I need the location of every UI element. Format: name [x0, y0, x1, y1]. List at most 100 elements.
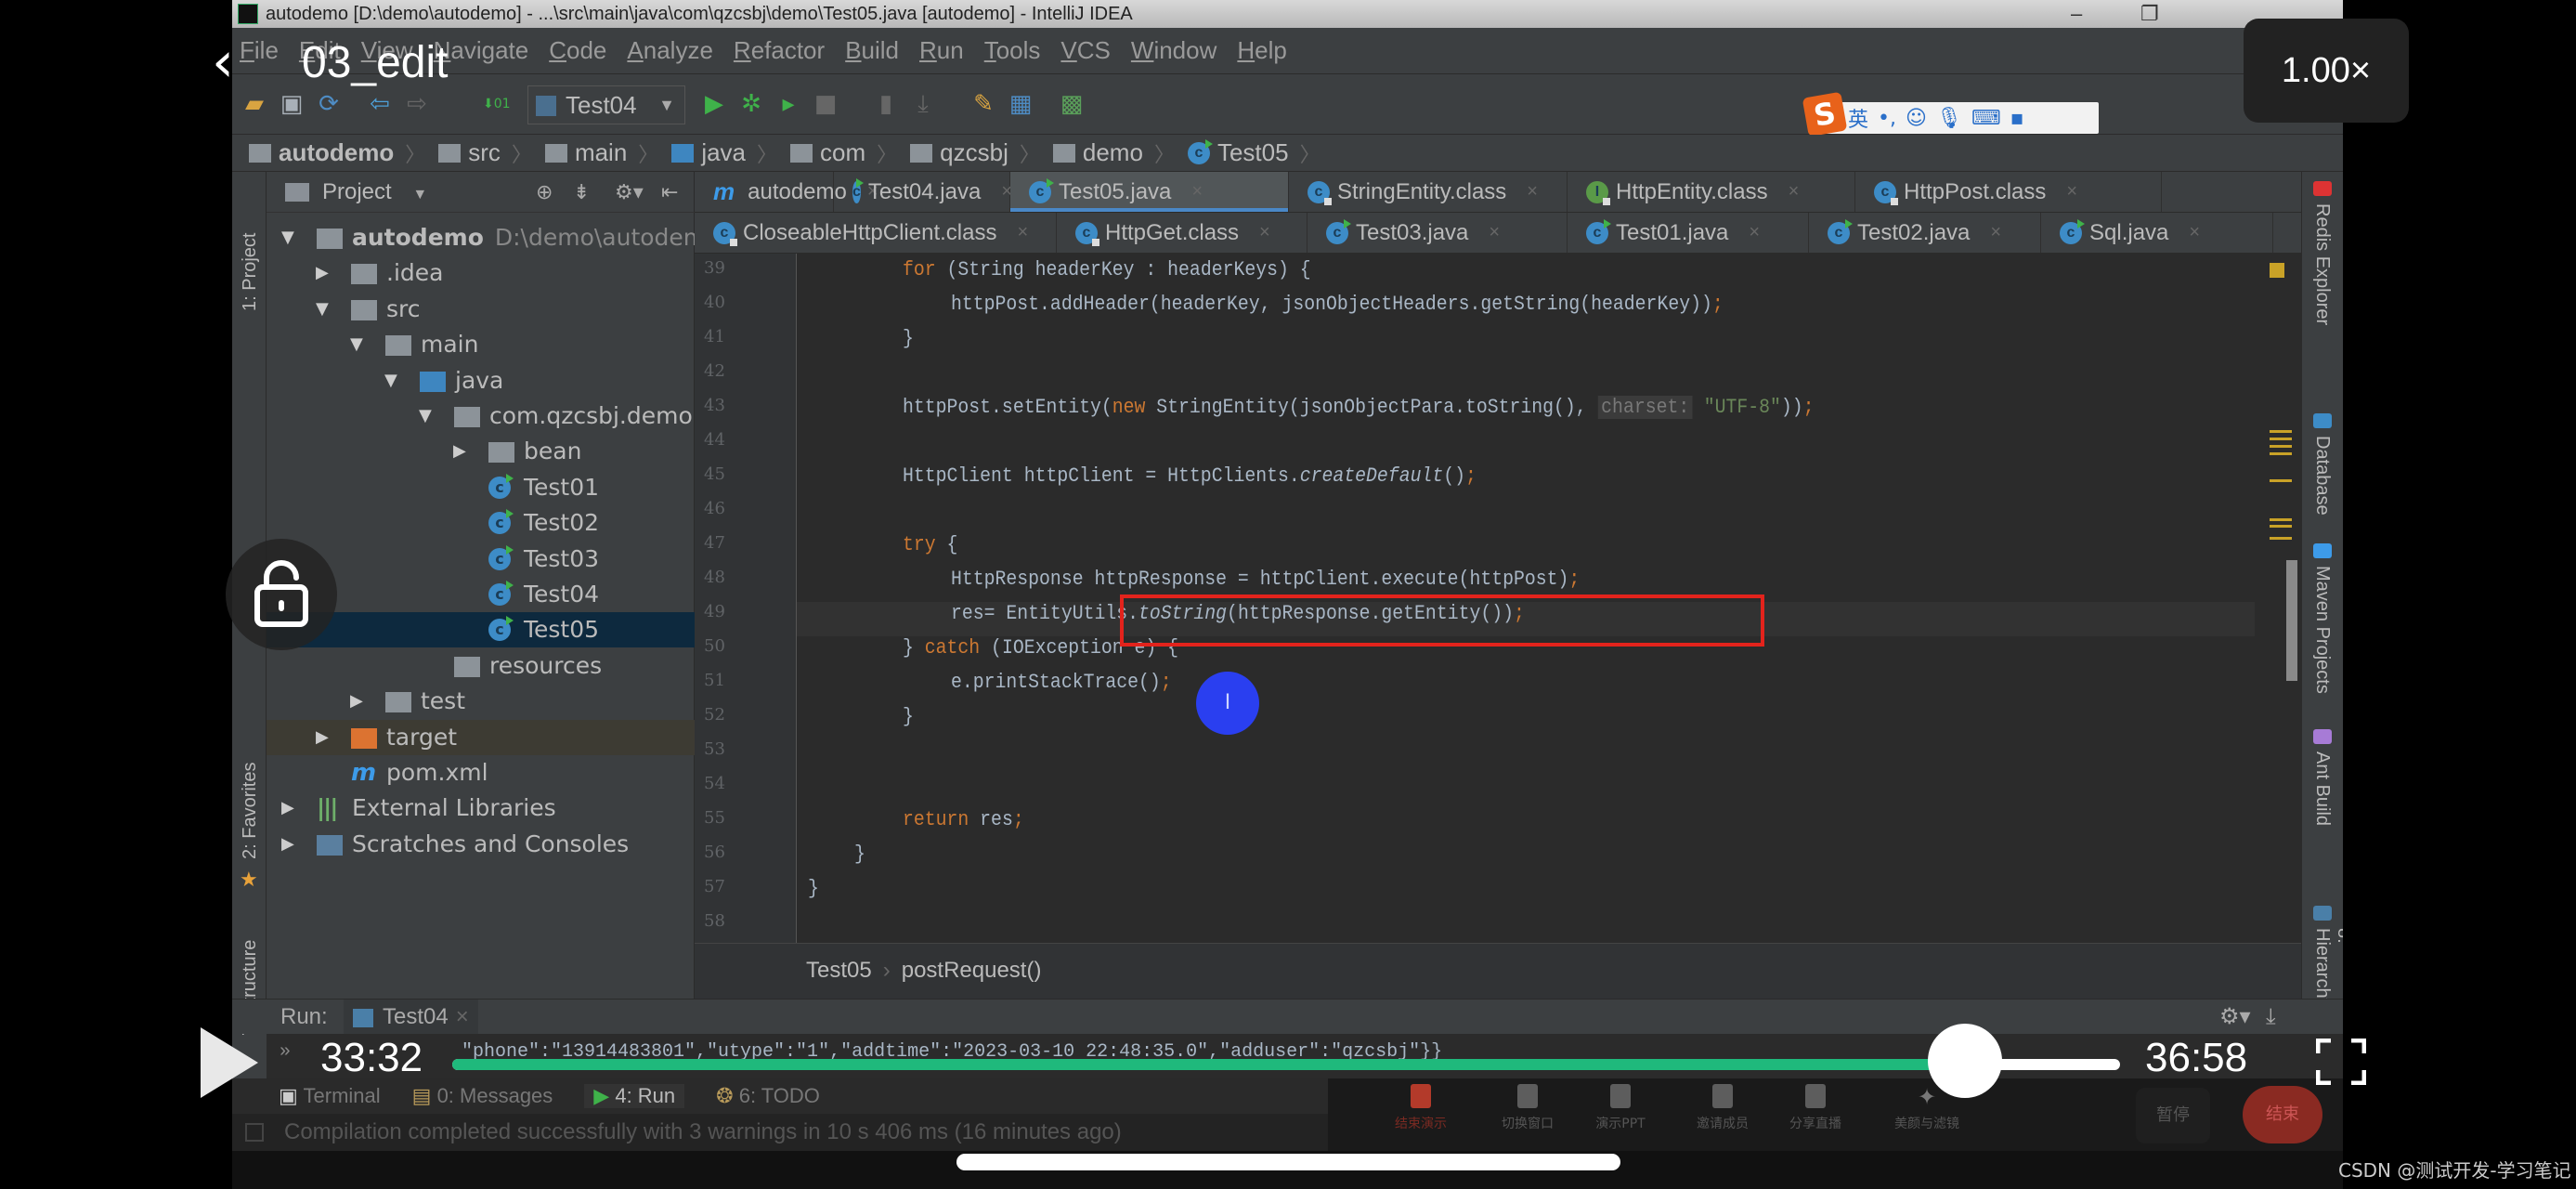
- tool-tab-redis-explorer[interactable]: Redis Explorer: [2311, 203, 2333, 325]
- microphone-icon[interactable]: 🎙: [1936, 107, 1962, 130]
- tool-tab-ant-build[interactable]: Ant Build: [2311, 751, 2333, 826]
- editor-tab-test01-java[interactable]: c Test01.java ×: [1568, 213, 1809, 253]
- close-icon[interactable]: ×: [2189, 222, 2200, 243]
- open-folder-icon[interactable]: ▰: [241, 91, 267, 117]
- run-icon[interactable]: ▶: [701, 91, 727, 117]
- tool-tab-favorites[interactable]: 2: Favorites: [240, 720, 261, 859]
- build-icon[interactable]: ⬇01: [483, 91, 511, 117]
- status-toggle-icon[interactable]: [245, 1123, 264, 1142]
- vertical-scrollbar[interactable]: [2286, 560, 2297, 681]
- chevron-down-icon[interactable]: ▼: [412, 187, 427, 203]
- skin-icon[interactable]: ▪: [2010, 107, 2024, 130]
- ime-toolbar[interactable]: S 英 •, ☺ 🎙 ⌨ ▪: [1802, 91, 2099, 137]
- meeting-action[interactable]: 分享直播: [1769, 1084, 1862, 1132]
- editor-tab-test05-java[interactable]: c Test05.java ×: [1010, 172, 1289, 212]
- fullscreen-icon[interactable]: [2316, 1039, 2366, 1085]
- back-icon[interactable]: ‹: [212, 34, 249, 95]
- debug-icon[interactable]: ✲: [738, 91, 764, 117]
- punctuation-icon[interactable]: •,: [1878, 107, 1896, 130]
- locate-file-icon[interactable]: ⊕: [536, 172, 553, 213]
- play-icon[interactable]: [201, 1027, 258, 1098]
- close-icon[interactable]: ×: [456, 1004, 469, 1029]
- editor-tab-closeablehttpclient-class[interactable]: c CloseableHttpClient.class ×: [695, 213, 1057, 253]
- pause-button[interactable]: 暂停: [2136, 1088, 2210, 1143]
- tree-item-bean[interactable]: ▶ bean: [267, 434, 695, 469]
- tree-item-java[interactable]: ▼ java: [267, 363, 695, 399]
- expand-arrow-down-icon[interactable]: ▼: [350, 327, 363, 362]
- tool-tab-maven-projects[interactable]: Maven Projects: [2311, 566, 2333, 694]
- run-console[interactable]: » "phone":"13914483801","utype":"1","add…: [267, 1034, 2343, 1078]
- emoji-icon[interactable]: ☺: [1906, 107, 1927, 130]
- breadcrumb-method[interactable]: postRequest(): [902, 958, 1042, 983]
- tree-item-scratches-and-consoles[interactable]: ▶ Scratches and Consoles: [267, 827, 695, 862]
- tool-window-6-todo[interactable]: ❂ 6: TODO: [716, 1084, 820, 1108]
- warning-marker[interactable]: [2270, 537, 2292, 540]
- expand-arrow-down-icon[interactable]: ▼: [419, 399, 432, 434]
- tree-item-pom-xml[interactable]: m pom.xml: [267, 755, 695, 790]
- minimize-button[interactable]: –: [2071, 0, 2082, 28]
- pin-icon[interactable]: ⤓: [2266, 1000, 2276, 1035]
- close-icon[interactable]: ×: [1749, 222, 1760, 243]
- close-icon[interactable]: ×: [1017, 222, 1028, 243]
- playback-speed-button[interactable]: 1.00×: [2244, 19, 2409, 123]
- tree-item--idea[interactable]: ▶ .idea: [267, 255, 695, 291]
- breadcrumb-item[interactable]: qzcsbj 〉: [910, 138, 1040, 168]
- seek-bar-thumb[interactable]: [1927, 1024, 2002, 1098]
- meeting-action[interactable]: 结束演示: [1374, 1084, 1467, 1132]
- tool-window-terminal[interactable]: ▣ Terminal: [279, 1084, 381, 1108]
- coverage-icon[interactable]: ▸: [775, 91, 801, 117]
- keyboard-icon[interactable]: ⌨: [1971, 107, 2001, 130]
- project-view-selector[interactable]: Project: [322, 179, 392, 204]
- back-icon[interactable]: ⇦: [367, 91, 393, 117]
- warning-marker[interactable]: [2270, 445, 2292, 448]
- close-icon[interactable]: ×: [1489, 222, 1500, 243]
- expand-arrow-right-icon[interactable]: ▶: [453, 434, 466, 469]
- editor-tab-httpget-class[interactable]: c HttpGet.class ×: [1057, 213, 1308, 253]
- menu-run[interactable]: Run: [919, 36, 964, 65]
- hide-panel-icon[interactable]: ⇤: [661, 172, 678, 213]
- project-structure-icon[interactable]: ▦: [1008, 91, 1034, 117]
- gear-icon[interactable]: ⚙▾: [2219, 1000, 2251, 1035]
- tree-item-test02[interactable]: c Test02: [267, 505, 695, 541]
- close-icon[interactable]: ×: [2066, 181, 2077, 203]
- tool-window-4-run[interactable]: ▶ 4: Run: [584, 1084, 685, 1108]
- menu-analyze[interactable]: Analyze: [627, 36, 713, 65]
- sync-icon[interactable]: ⟳: [316, 91, 342, 117]
- editor-tab-test02-java[interactable]: c Test02.java ×: [1809, 213, 2041, 253]
- home-indicator[interactable]: [956, 1154, 1620, 1170]
- tree-item-src[interactable]: ▼ src: [267, 292, 695, 327]
- tool-tab-database[interactable]: Database: [2311, 436, 2333, 516]
- close-icon[interactable]: ×: [1527, 181, 1538, 203]
- tree-item-com-qzcsbj-demo[interactable]: ▼ com.qzcsbj.demo: [267, 399, 695, 434]
- breadcrumb-item[interactable]: main 〉: [544, 138, 658, 168]
- breadcrumb-item[interactable]: autodemo 〉: [249, 138, 425, 168]
- close-icon[interactable]: ×: [1259, 222, 1270, 243]
- menu-help[interactable]: Help: [1237, 36, 1286, 65]
- tree-item-autodemo[interactable]: ▼ autodemo D:\demo\autodemo: [267, 220, 720, 255]
- editor-tab-httpentity-class[interactable]: I HttpEntity.class ×: [1568, 172, 1855, 212]
- close-icon[interactable]: ×: [1191, 181, 1203, 203]
- tool-tab-8-hierarchy[interactable]: 8: Hierarchy: [2311, 928, 2343, 1008]
- gear-icon[interactable]: ⚙▾: [615, 172, 644, 213]
- expand-arrow-down-icon[interactable]: ▼: [384, 363, 397, 399]
- expand-icon[interactable]: »: [280, 1034, 291, 1071]
- expand-arrow-right-icon[interactable]: ▶: [350, 684, 363, 719]
- tool-window-0-messages[interactable]: ▤ 0: Messages: [412, 1084, 553, 1108]
- meeting-action[interactable]: 切换窗口: [1481, 1084, 1574, 1132]
- tree-item-test01[interactable]: c Test01: [267, 470, 695, 505]
- editor-tab-stringentity-class[interactable]: c StringEntity.class ×: [1289, 172, 1568, 212]
- breadcrumb-item[interactable]: c Test05 〉: [1187, 138, 1321, 168]
- expand-arrow-right-icon[interactable]: ▶: [316, 255, 329, 291]
- tree-item-test[interactable]: ▶ test: [267, 684, 695, 719]
- menu-window[interactable]: Window: [1131, 36, 1216, 65]
- expand-arrow-right-icon[interactable]: ▶: [281, 827, 294, 862]
- screen-lock-button[interactable]: [226, 539, 337, 650]
- menu-vcs[interactable]: VCS: [1060, 36, 1110, 65]
- settings-icon[interactable]: ✎: [970, 91, 996, 117]
- editor-tab-sql-java[interactable]: c Sql.java ×: [2041, 213, 2273, 253]
- expand-arrow-right-icon[interactable]: ▶: [281, 790, 294, 826]
- expand-arrow-down-icon[interactable]: ▼: [281, 220, 294, 255]
- menu-code[interactable]: Code: [549, 36, 606, 65]
- breadcrumb-item[interactable]: java 〉: [671, 138, 777, 168]
- save-icon[interactable]: ▣: [279, 91, 305, 117]
